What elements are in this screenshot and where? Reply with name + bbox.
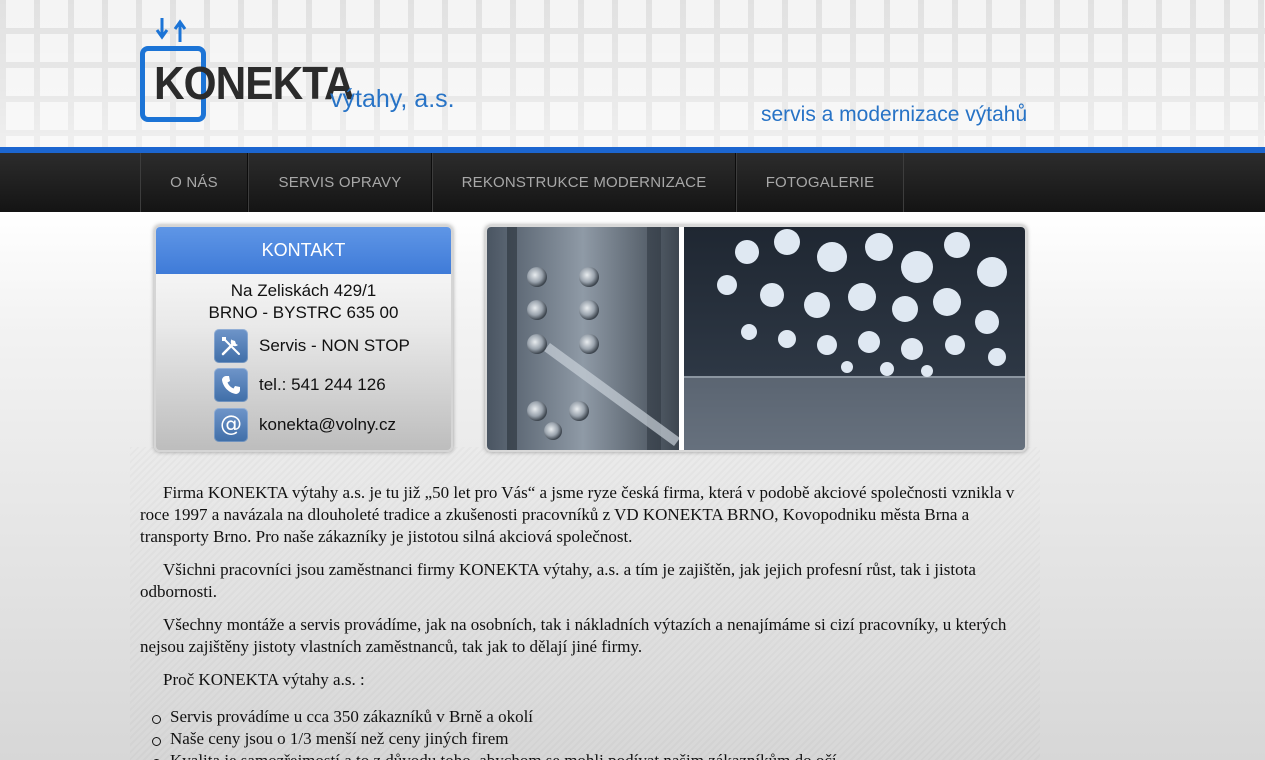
konekta-logo[interactable]: KONEKTA <box>140 16 355 124</box>
company-suffix: výtahy, a.s. <box>330 85 455 113</box>
contact-row-phone[interactable]: tel.: 541 244 126 <box>214 368 386 402</box>
email-link[interactable]: konekta@volny.cz <box>259 415 396 435</box>
site-header: KONEKTA výtahy, a.s. servis a modernizac… <box>0 0 1265 147</box>
at-sign-icon: @ <box>214 408 248 442</box>
tagline: servis a modernizace výtahů <box>761 103 1028 126</box>
phone-icon <box>214 368 248 402</box>
service-text: Servis - NON STOP <box>259 336 410 355</box>
contact-row-service: Servis - NON STOP <box>214 329 410 363</box>
address-line-2: BRNO - BYSTRC 635 00 <box>208 303 399 322</box>
elevator-photo <box>485 225 1027 452</box>
article-paragraph: Všechny montáže a servis provádíme, jak … <box>140 615 1007 656</box>
phone-text: tel.: 541 244 126 <box>259 375 386 394</box>
article-paragraph: Všichni pracovníci jsou zaměstnanci firm… <box>140 560 976 601</box>
list-item: Naše ceny jsou o 1/3 menší než ceny jiný… <box>152 728 1035 750</box>
nav-item-servis-opravy[interactable]: SERVIS OPRAVY <box>248 153 432 212</box>
elevator-arrows-icon <box>155 18 187 42</box>
contact-title: KONTAKT <box>156 227 451 274</box>
contact-row-email[interactable]: @ konekta@volny.cz <box>214 408 396 442</box>
main-nav: O NÁS SERVIS OPRAVY REKONSTRUKCE MODERNI… <box>0 153 1265 212</box>
article-body: Firma KONEKTA výtahy a.s. je tu již „50 … <box>140 482 1035 760</box>
contact-address: Na Zeliskách 429/1 BRNO - BYSTRC 635 00 <box>156 280 451 324</box>
reasons-list: Servis provádíme u cca 350 zákazníků v B… <box>140 706 1035 760</box>
list-item: Kvalita je samozřejmostí a to z důvodu t… <box>152 750 1035 760</box>
elevator-photo-image <box>487 227 1025 450</box>
logo-text: KONEKTA <box>154 57 355 109</box>
nav-item-fotogalerie[interactable]: FOTOGALERIE <box>736 153 904 212</box>
nav-item-o-nas[interactable]: O NÁS <box>140 153 248 212</box>
article-paragraph: Firma KONEKTA výtahy a.s. je tu již „50 … <box>140 483 1015 546</box>
contact-box: KONTAKT Na Zeliskách 429/1 BRNO - BYSTRC… <box>154 225 453 452</box>
address-line-1: Na Zeliskách 429/1 <box>230 281 377 300</box>
list-item: Servis provádíme u cca 350 zákazníků v B… <box>152 706 1035 728</box>
tools-icon <box>214 329 248 363</box>
article-paragraph: Proč KONEKTA výtahy a.s. : <box>163 670 365 689</box>
nav-item-rekonstrukce-modernizace[interactable]: REKONSTRUKCE MODERNIZACE <box>432 153 736 212</box>
